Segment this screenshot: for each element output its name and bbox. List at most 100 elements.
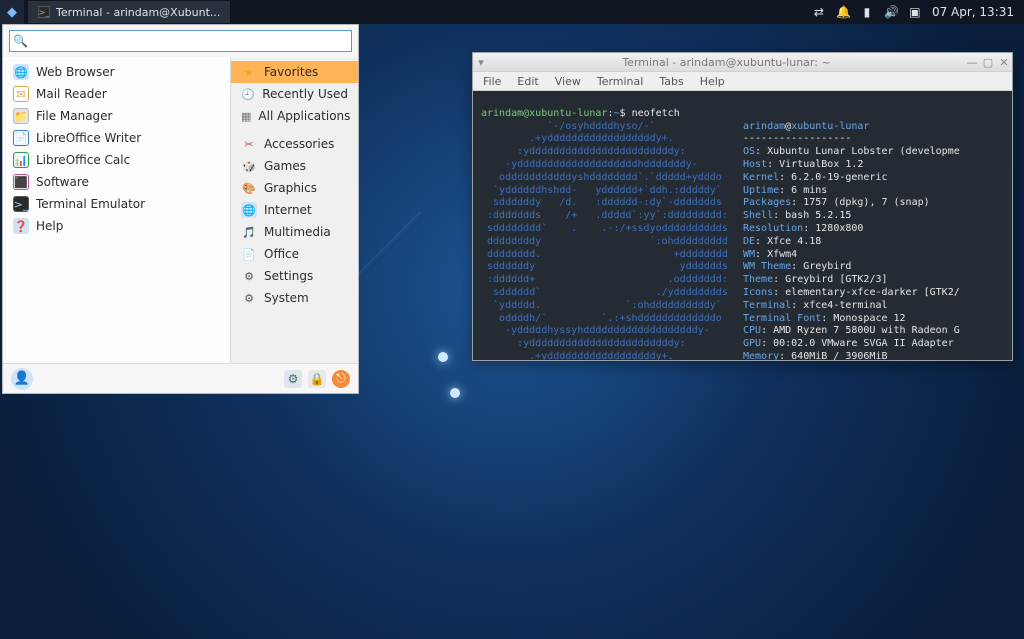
- category-item[interactable]: 📄 Office: [231, 243, 358, 265]
- menu-footer: 👤 ⚙ 🔒 ⎋: [3, 363, 358, 393]
- top-panel: ◆ >_ Terminal - arindam@Xubunt... ⇄ 🔔 ▮ …: [0, 0, 1024, 24]
- writer-icon: 📄: [13, 130, 29, 146]
- favorite-item[interactable]: >_ Terminal Emulator: [3, 193, 230, 215]
- set-icon: ⚙: [241, 268, 257, 284]
- category-list: ★ Favorites 🕘 Recently Used ▦ All Application…: [230, 57, 358, 363]
- wallpaper-dot: [450, 388, 460, 398]
- favorite-item[interactable]: 🌐 Web Browser: [3, 61, 230, 83]
- system-tray: ⇄ 🔔 ▮ 🔊 ▣ 07 Apr, 13:31: [802, 5, 1024, 19]
- favorite-item[interactable]: ❓ Help: [3, 215, 230, 237]
- help-icon: ❓: [13, 218, 29, 234]
- grid-icon: ▦: [241, 108, 251, 124]
- favorite-label: LibreOffice Calc: [36, 153, 130, 167]
- category-item[interactable]: ▦ All Applications: [231, 105, 358, 127]
- favorite-item[interactable]: ✉ Mail Reader: [3, 83, 230, 105]
- clock[interactable]: 07 Apr, 13:31: [932, 5, 1014, 19]
- favorite-label: Software: [36, 175, 89, 189]
- favorite-label: File Manager: [36, 109, 113, 123]
- menu-tabs[interactable]: Tabs: [659, 75, 683, 88]
- clock-icon: 🕘: [241, 86, 255, 102]
- menu-terminal[interactable]: Terminal: [597, 75, 644, 88]
- category-item[interactable]: 🎨 Graphics: [231, 177, 358, 199]
- category-label: Multimedia: [264, 225, 331, 239]
- user-avatar[interactable]: 👤: [11, 368, 33, 390]
- net-icon: 🌐: [241, 202, 257, 218]
- terminal-body[interactable]: arindam@xubuntu-lunar:~$ neofetch `-/osy…: [473, 91, 1012, 360]
- category-label: Games: [264, 159, 306, 173]
- category-label: Internet: [264, 203, 312, 217]
- globe-icon: 🌐: [13, 64, 29, 80]
- favorite-label: Help: [36, 219, 63, 233]
- sync-icon[interactable]: ⇄: [812, 5, 826, 19]
- folder-icon: 📁: [13, 108, 29, 124]
- menu-file[interactable]: File: [483, 75, 501, 88]
- star-icon: ★: [241, 64, 257, 80]
- category-item[interactable]: ✂Accessories: [231, 133, 358, 155]
- calc-icon: 📊: [13, 152, 29, 168]
- favorite-label: Web Browser: [36, 65, 115, 79]
- acc-icon: ✂: [241, 136, 257, 152]
- terminal-window: ▾ Terminal - arindam@xubuntu-lunar: ~ — …: [472, 52, 1013, 361]
- window-titlebar[interactable]: ▾ Terminal - arindam@xubuntu-lunar: ~ — …: [473, 53, 1012, 71]
- wallpaper-dot: [438, 352, 448, 362]
- category-item[interactable]: 🌐 Internet: [231, 199, 358, 221]
- sw-icon: ⬛: [13, 174, 29, 190]
- favorite-label: Terminal Emulator: [36, 197, 145, 211]
- category-label: Favorites: [264, 65, 318, 79]
- network-icon[interactable]: ▣: [908, 5, 922, 19]
- category-label: Graphics: [264, 181, 317, 195]
- favorite-item[interactable]: ⬛ Software: [3, 171, 230, 193]
- category-item[interactable]: ⚙ Settings: [231, 265, 358, 287]
- volume-icon[interactable]: 🔊: [884, 5, 898, 19]
- category-item[interactable]: 🎵 Multimedia: [231, 221, 358, 243]
- favorite-item[interactable]: 📊 LibreOffice Calc: [3, 149, 230, 171]
- battery-icon[interactable]: ▮: [860, 5, 874, 19]
- command: neofetch: [632, 108, 680, 119]
- notification-icon[interactable]: 🔔: [836, 5, 850, 19]
- search-icon: 🔍: [13, 34, 28, 48]
- logout-button[interactable]: ⎋: [332, 370, 350, 388]
- category-label: Office: [264, 247, 299, 261]
- mm-icon: 🎵: [241, 224, 257, 240]
- neofetch-ascii: `-/osyhddddhyso/-` .+ydddddddddddddddddd…: [481, 121, 743, 360]
- menu-search-row: 🔍: [3, 25, 358, 57]
- category-item[interactable]: 🎲 Games: [231, 155, 358, 177]
- minimize-button[interactable]: —: [964, 56, 980, 69]
- window-menu-icon[interactable]: ▾: [473, 56, 489, 69]
- taskbar-item-label: Terminal - arindam@Xubunt...: [56, 6, 220, 19]
- terminal-icon: >_: [38, 6, 50, 18]
- gfx-icon: 🎨: [241, 180, 257, 196]
- window-title: Terminal - arindam@xubuntu-lunar: ~: [489, 56, 964, 69]
- lock-button[interactable]: 🔒: [308, 370, 326, 388]
- prompt-user: arindam@xubuntu-lunar: [481, 108, 607, 119]
- settings-button[interactable]: ⚙: [284, 370, 302, 388]
- neofetch-info: arindam@xubuntu-lunar ------------------…: [743, 121, 1004, 360]
- favorite-label: LibreOffice Writer: [36, 131, 141, 145]
- menu-help[interactable]: Help: [700, 75, 725, 88]
- term-icon: >_: [13, 196, 29, 212]
- terminal-menubar: File Edit View Terminal Tabs Help: [473, 71, 1012, 91]
- favorite-item[interactable]: 📄 LibreOffice Writer: [3, 127, 230, 149]
- maximize-button[interactable]: ▢: [980, 56, 996, 69]
- application-menu: 🔍 🌐 Web Browser ✉ Mail Reader 📁 File Manager 📄…: [2, 24, 359, 394]
- menu-view[interactable]: View: [555, 75, 581, 88]
- favorites-list: 🌐 Web Browser ✉ Mail Reader 📁 File Manager 📄 Li…: [3, 57, 230, 363]
- category-item[interactable]: 🕘 Recently Used: [231, 83, 358, 105]
- menu-edit[interactable]: Edit: [517, 75, 538, 88]
- taskbar-item-terminal[interactable]: >_ Terminal - arindam@Xubunt...: [28, 1, 230, 23]
- category-label: Settings: [264, 269, 313, 283]
- favorite-item[interactable]: 📁 File Manager: [3, 105, 230, 127]
- mail-icon: ✉: [13, 86, 29, 102]
- category-label: All Applications: [258, 109, 350, 123]
- menu-search-input[interactable]: [9, 30, 352, 52]
- category-item[interactable]: ⚙ System: [231, 287, 358, 309]
- category-item[interactable]: ★ Favorites: [231, 61, 358, 83]
- category-label: System: [264, 291, 309, 305]
- favorite-label: Mail Reader: [36, 87, 107, 101]
- sys-icon: ⚙: [241, 290, 257, 306]
- category-label: Recently Used: [262, 87, 348, 101]
- off-icon: 📄: [241, 246, 257, 262]
- close-button[interactable]: ✕: [996, 56, 1012, 69]
- games-icon: 🎲: [241, 158, 257, 174]
- whisker-menu-button[interactable]: ◆: [0, 0, 24, 24]
